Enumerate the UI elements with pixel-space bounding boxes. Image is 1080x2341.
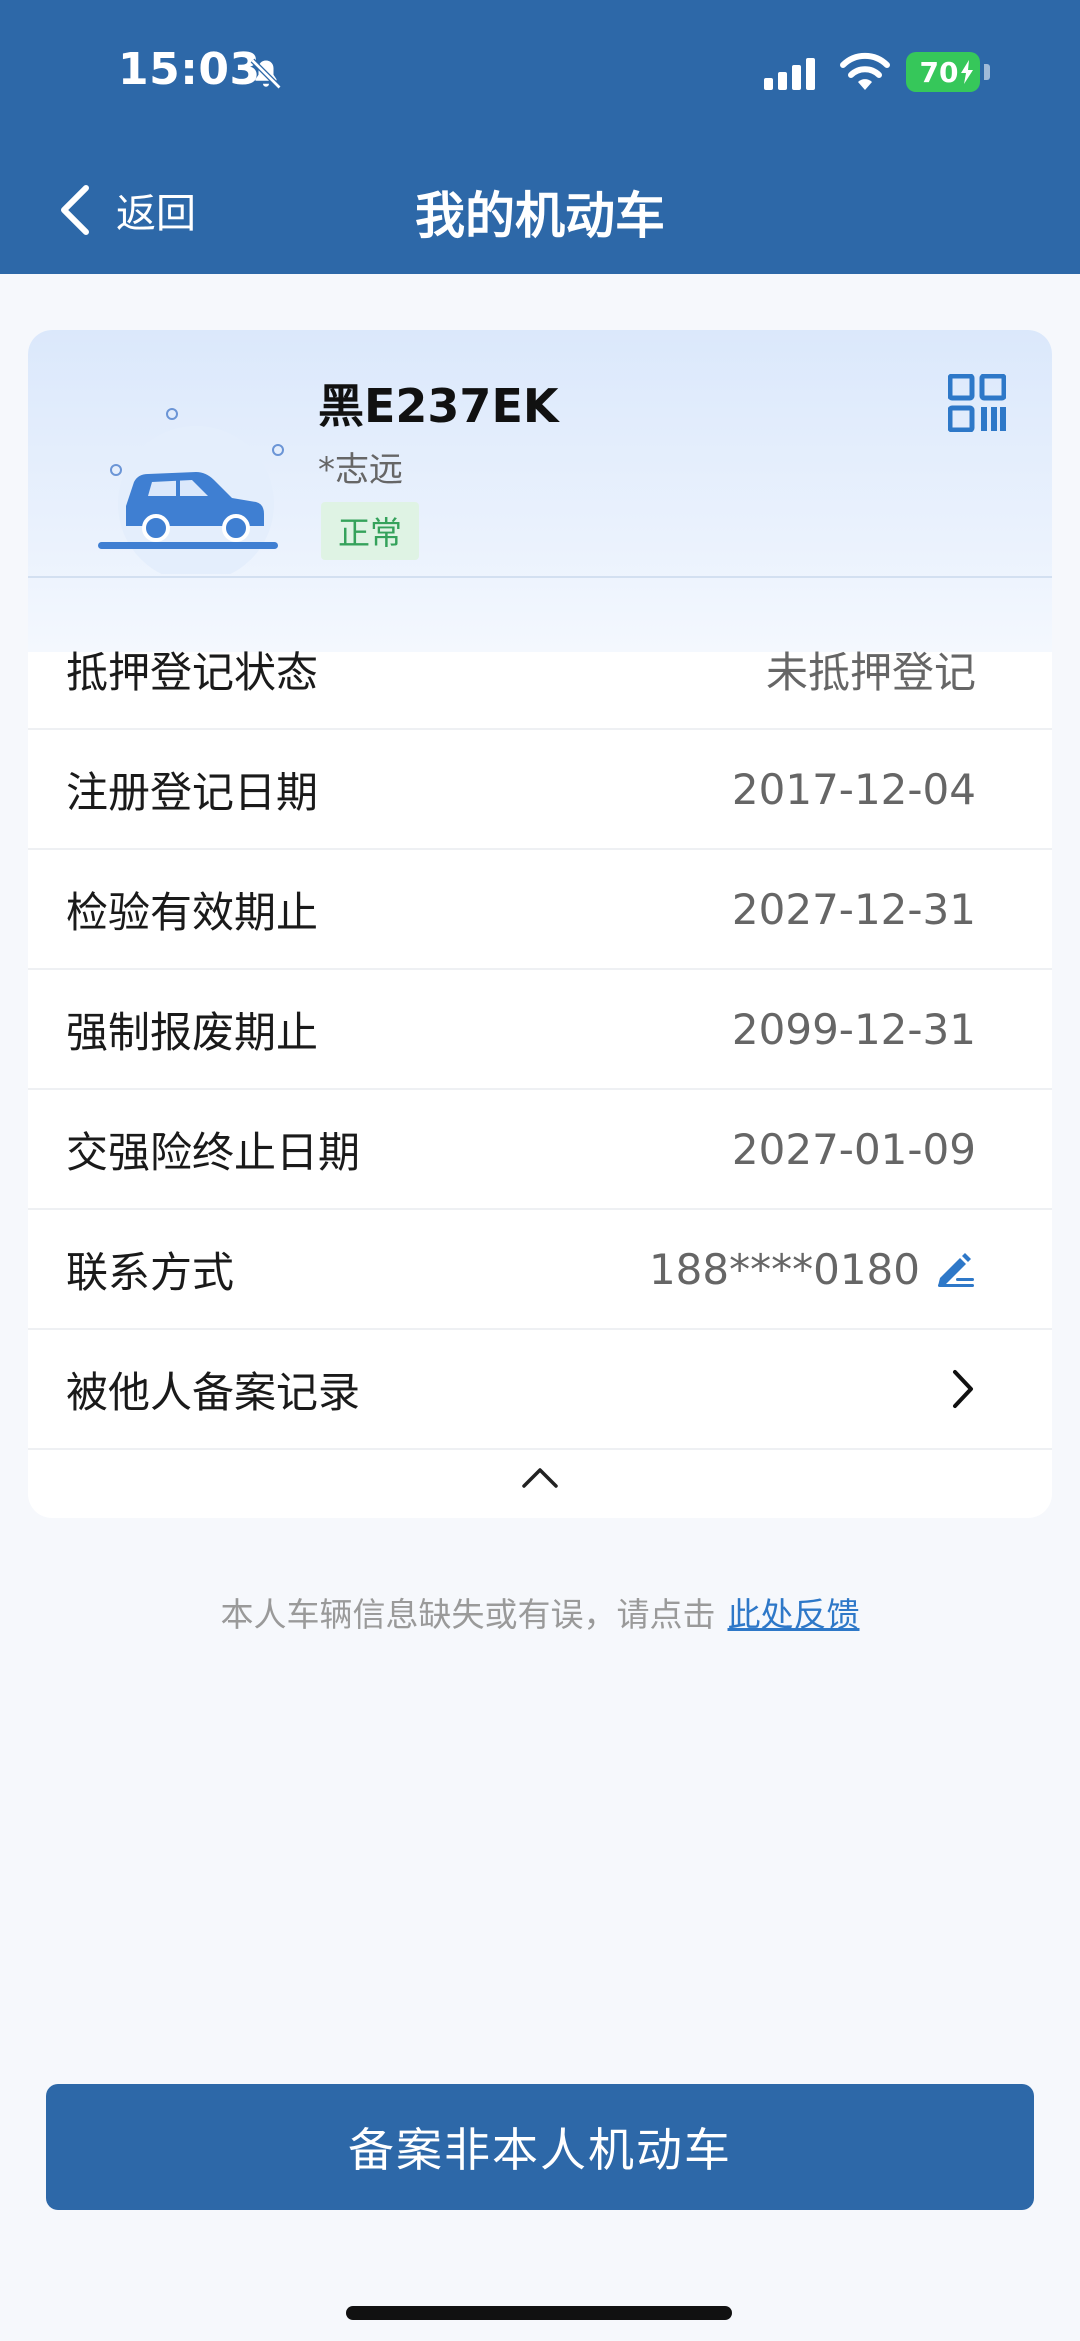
owner-name: *志远 xyxy=(318,450,403,490)
row-label: 强制报废期止 xyxy=(66,1007,319,1057)
vehicle-card: 黑E237EK *志远 正常 抵押登记状态 未抵押登记 注册登记日期 2017-… xyxy=(28,330,1052,1518)
edit-icon[interactable] xyxy=(934,1248,976,1290)
license-plate: 黑E237EK xyxy=(318,379,559,433)
row-label: 联系方式 xyxy=(66,1247,235,1297)
detail-row-registration-date: 注册登记日期 2017-12-04 xyxy=(28,730,1052,850)
feedback-text: 本人车辆信息缺失或有误，请点击 xyxy=(220,1595,716,1634)
header-bar: 15:03 70 返回 我的机动车 xyxy=(0,0,1080,274)
battery-indicator: 70 xyxy=(906,52,980,92)
row-label: 注册登记日期 xyxy=(66,767,319,817)
vehicle-summary: 黑E237EK *志远 正常 xyxy=(28,330,1052,652)
row-value: 2017-12-04 xyxy=(731,764,976,814)
battery-cap xyxy=(984,64,990,80)
qr-code-icon[interactable] xyxy=(948,374,1006,432)
divider xyxy=(28,576,1052,578)
home-indicator xyxy=(346,2306,732,2320)
feedback-notice: 本人车辆信息缺失或有误，请点击 此处反馈 xyxy=(0,1588,1080,1636)
row-label: 交强险终止日期 xyxy=(66,1127,361,1177)
signal-icon xyxy=(764,58,815,90)
contact-value: 188****0180 xyxy=(649,1245,976,1294)
status-time: 15:03 xyxy=(118,44,261,95)
wifi-icon xyxy=(840,52,890,90)
collapse-button[interactable] xyxy=(28,1440,1052,1516)
row-value: 未抵押登记 xyxy=(765,647,976,697)
row-label: 检验有效期止 xyxy=(66,887,319,937)
bell-slash-icon xyxy=(250,58,282,90)
row-value: 2027-12-31 xyxy=(731,884,976,934)
register-other-vehicle-button[interactable]: 备案非本人机动车 xyxy=(46,2084,1034,2210)
car-icon xyxy=(98,408,284,574)
battery-level: 70 xyxy=(919,55,959,89)
row-value: 2027-01-09 xyxy=(731,1124,976,1174)
status-badge: 正常 xyxy=(321,502,419,560)
detail-row-scrap-date: 强制报废期止 2099-12-31 xyxy=(28,970,1052,1090)
feedback-link[interactable]: 此处反馈 xyxy=(728,1595,860,1634)
chevron-right-icon xyxy=(953,1370,973,1408)
row-label: 抵押登记状态 xyxy=(66,647,319,697)
page-title: 我的机动车 xyxy=(415,187,665,245)
detail-row-contact: 联系方式 188****0180 xyxy=(28,1210,1052,1330)
chevron-up-icon xyxy=(522,1468,558,1488)
detail-row-inspection-valid-until: 检验有效期止 2027-12-31 xyxy=(28,850,1052,970)
row-label: 被他人备案记录 xyxy=(66,1367,361,1417)
phone-number: 188****0180 xyxy=(648,1244,920,1294)
charging-bolt-icon xyxy=(961,60,973,84)
detail-row-filing-records[interactable]: 被他人备案记录 xyxy=(28,1330,1052,1450)
detail-row-insurance-end: 交强险终止日期 2027-01-09 xyxy=(28,1090,1052,1210)
detail-row-mortgage: 抵押登记状态 未抵押登记 xyxy=(28,610,1052,730)
row-value: 2099-12-31 xyxy=(731,1004,976,1054)
